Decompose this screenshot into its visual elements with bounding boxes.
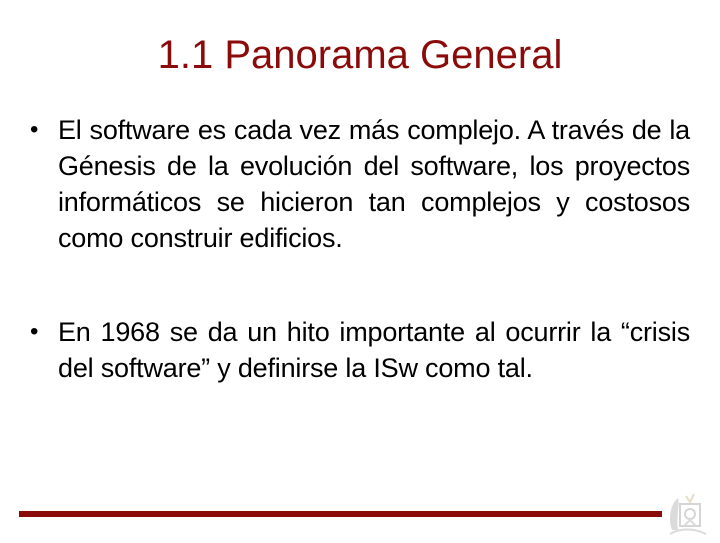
institution-crest-icon [664,490,710,538]
bullet-item: • El software es cada vez más complejo. … [28,112,690,256]
bullet-text: En 1968 se da un hito importante al ocur… [58,317,690,383]
bullet-marker-icon: • [30,116,39,143]
bullet-marker-icon: • [30,318,39,345]
bullet-list: • El software es cada vez más complejo. … [28,112,690,386]
bullet-item: • En 1968 se da un hito importante al oc… [28,314,690,386]
footer-divider [19,511,662,517]
bullet-text: El software es cada vez más complejo. A … [58,115,690,253]
slide-title: 1.1 Panorama General [157,33,563,77]
